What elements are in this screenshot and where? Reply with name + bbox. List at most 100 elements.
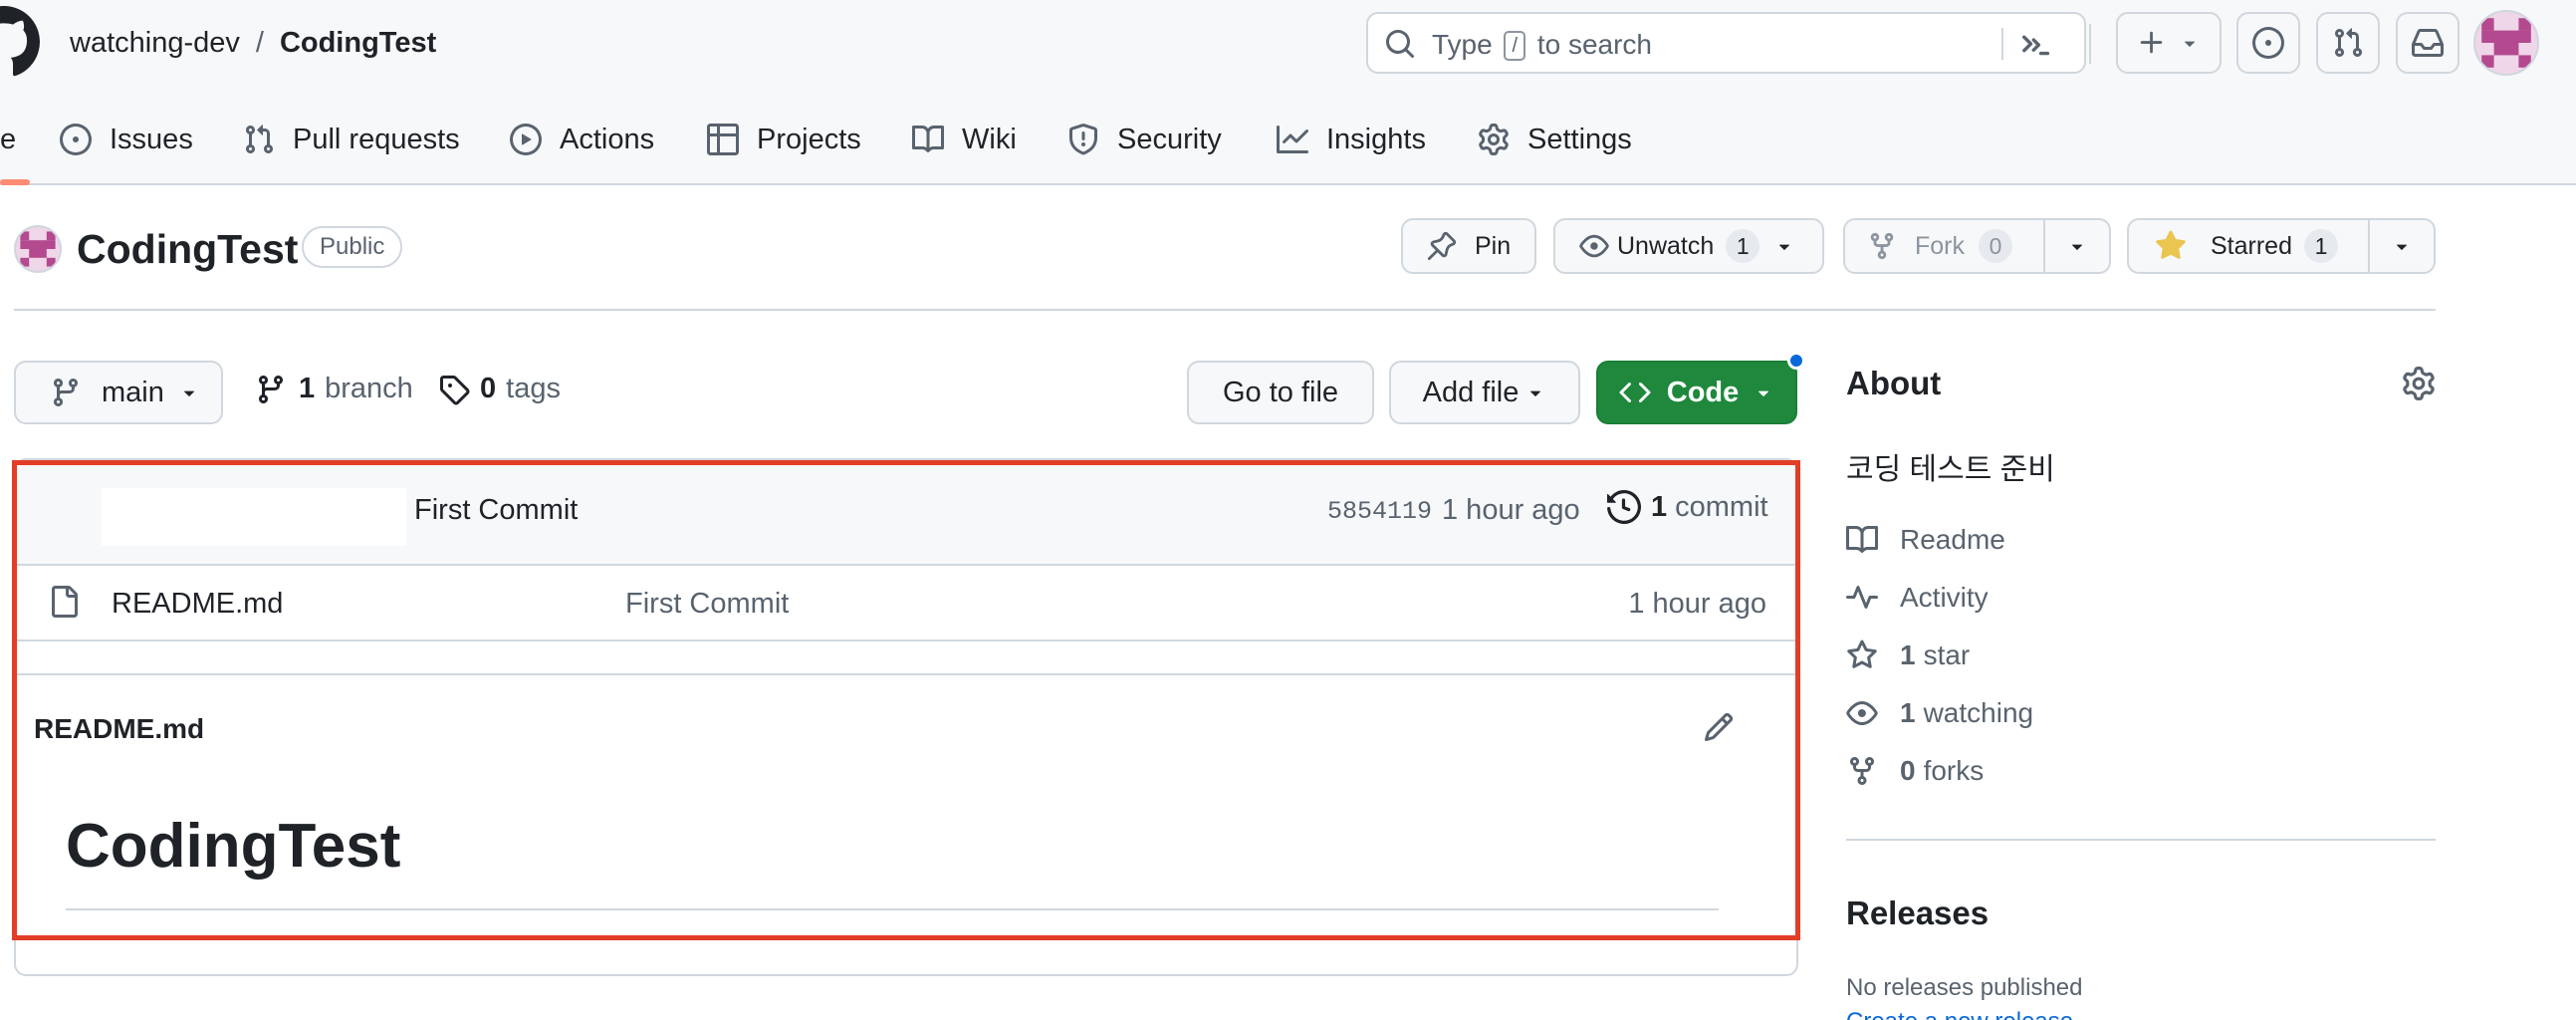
watch-count-badge: 1 [1726, 229, 1760, 263]
search-placeholder: Type / to search [1432, 29, 1652, 61]
active-tab-indicator [0, 179, 30, 185]
inbox-button[interactable] [2396, 12, 2459, 74]
tab-projects[interactable]: Projects [707, 116, 861, 163]
search-prefix: Type [1432, 29, 1493, 60]
pin-button[interactable]: Pin [1401, 218, 1536, 274]
gear-icon [1479, 124, 1509, 155]
git-branch-icon [258, 375, 283, 403]
chevron-down-icon [2071, 244, 2083, 250]
identicon-icon [16, 227, 60, 271]
pulse-icon [1846, 586, 1878, 609]
go-to-file-button[interactable]: Go to file [1187, 361, 1374, 424]
star-dropdown-button[interactable] [2368, 218, 2436, 274]
pin-label: Pin [1475, 231, 1512, 260]
git-branch-icon [53, 379, 78, 407]
sidebar-forks-link[interactable]: 0 forks [1846, 751, 1984, 791]
tags-link[interactable]: 0 tags [438, 373, 561, 405]
code-label: Code [1666, 376, 1740, 408]
create-new-button[interactable] [2116, 12, 2222, 74]
repo-owner-avatar[interactable] [14, 225, 62, 273]
star-fill-icon [2156, 230, 2186, 259]
tab-settings[interactable]: Settings [1478, 116, 1632, 163]
repo-description: 코딩 테스트 준비 [1846, 453, 2055, 486]
branch-select-button[interactable]: main [14, 361, 223, 424]
tab-code-label: e [0, 123, 17, 155]
create-release-link[interactable]: Create a new release [1846, 1008, 2073, 1020]
tab-projects-label: Projects [757, 123, 861, 155]
fork-icon [1870, 232, 1894, 260]
search-input[interactable]: Type / to search [1366, 12, 2086, 74]
branch-count: 1 [299, 373, 316, 404]
pull-requests-header-button[interactable] [2316, 12, 2380, 74]
releases-heading[interactable]: Releases [1846, 894, 1989, 932]
sidebar-watching-link[interactable]: 1 watching [1846, 693, 2033, 733]
unwatch-label: Unwatch [1617, 231, 1715, 260]
tab-actions[interactable]: Actions [510, 116, 654, 163]
tab-issues[interactable]: Issues [60, 116, 193, 163]
fork-count-badge: 0 [1979, 229, 2012, 263]
tab-settings-label: Settings [1527, 123, 1632, 155]
issue-icon [60, 124, 92, 155]
search-shortcut-key: / [1504, 31, 1526, 61]
plus-icon [2140, 31, 2163, 54]
tab-code[interactable]: e [0, 116, 16, 163]
watching-label: watching [1923, 697, 2034, 728]
issues-header-button[interactable] [2236, 12, 2300, 74]
tag-count: 0 [480, 373, 497, 404]
eye-icon [1846, 701, 1878, 725]
tab-wiki-label: Wiki [962, 123, 1017, 155]
unwatch-button[interactable]: Unwatch 1 [1553, 218, 1824, 274]
no-releases-text: No releases published [1846, 974, 2083, 1001]
activity-link-label: Activity [1900, 582, 1989, 613]
inbox-icon [2412, 28, 2444, 57]
tab-pull-requests[interactable]: Pull requests [243, 116, 460, 163]
star-icon [1847, 639, 1877, 668]
tab-security[interactable]: Security [1067, 116, 1222, 163]
code-icon [1619, 382, 1651, 403]
github-logo-icon[interactable] [0, 6, 40, 78]
tab-wiki[interactable]: Wiki [912, 116, 1017, 163]
eye-icon [1579, 234, 1609, 258]
pin-icon [1427, 231, 1457, 261]
graph-icon [1277, 126, 1308, 153]
sidebar-stars-link[interactable]: 1 star [1846, 636, 1970, 675]
sidebar-activity-link[interactable]: Activity [1846, 578, 1989, 618]
tab-pull-requests-label: Pull requests [293, 123, 460, 155]
about-heading: About [1846, 365, 1942, 401]
issue-icon [2252, 27, 2284, 59]
book-icon [912, 125, 944, 152]
stars-count: 1 [1900, 639, 1916, 670]
branches-link[interactable]: 1 branch [255, 373, 413, 405]
repo-title[interactable]: CodingTest [77, 223, 298, 275]
star-count-badge: 1 [2303, 229, 2338, 263]
breadcrumb-owner-link[interactable]: watching-dev [70, 27, 240, 59]
breadcrumb-repo-link[interactable]: CodingTest [280, 27, 436, 59]
pull-request-icon [245, 125, 274, 154]
sidebar-readme-link[interactable]: Readme [1846, 520, 2005, 560]
command-palette-icon[interactable] [2017, 26, 2053, 62]
chevron-down-icon [1779, 244, 1790, 250]
gear-icon[interactable] [2402, 367, 2436, 400]
tag-count-label: tags [506, 373, 561, 404]
code-button[interactable]: Code [1596, 361, 1797, 424]
chevron-down-icon [1758, 390, 1769, 396]
breadcrumb-separator: / [255, 27, 264, 59]
search-suffix: to search [1536, 29, 1652, 60]
user-avatar[interactable] [2473, 10, 2539, 76]
tab-insights[interactable]: Insights [1277, 116, 1426, 163]
add-file-button[interactable]: Add file [1389, 361, 1580, 424]
fork-dropdown-button[interactable] [2043, 218, 2111, 274]
fork-icon [1850, 757, 1874, 786]
tab-insights-label: Insights [1326, 123, 1426, 155]
fork-button[interactable]: Fork 0 [1843, 218, 2045, 274]
shield-icon [1069, 124, 1097, 155]
fork-label: Fork [1915, 231, 1965, 260]
chevron-down-icon [2184, 41, 2196, 47]
book-icon [1846, 525, 1878, 553]
global-header: watching-dev / CodingTest Type / to search… [0, 0, 2576, 185]
starred-label: Starred [2211, 231, 2292, 260]
tab-security-label: Security [1117, 123, 1222, 155]
search-icon [1386, 30, 1414, 58]
starred-button[interactable]: Starred 1 [2127, 218, 2370, 274]
notification-dot [1787, 352, 1805, 370]
